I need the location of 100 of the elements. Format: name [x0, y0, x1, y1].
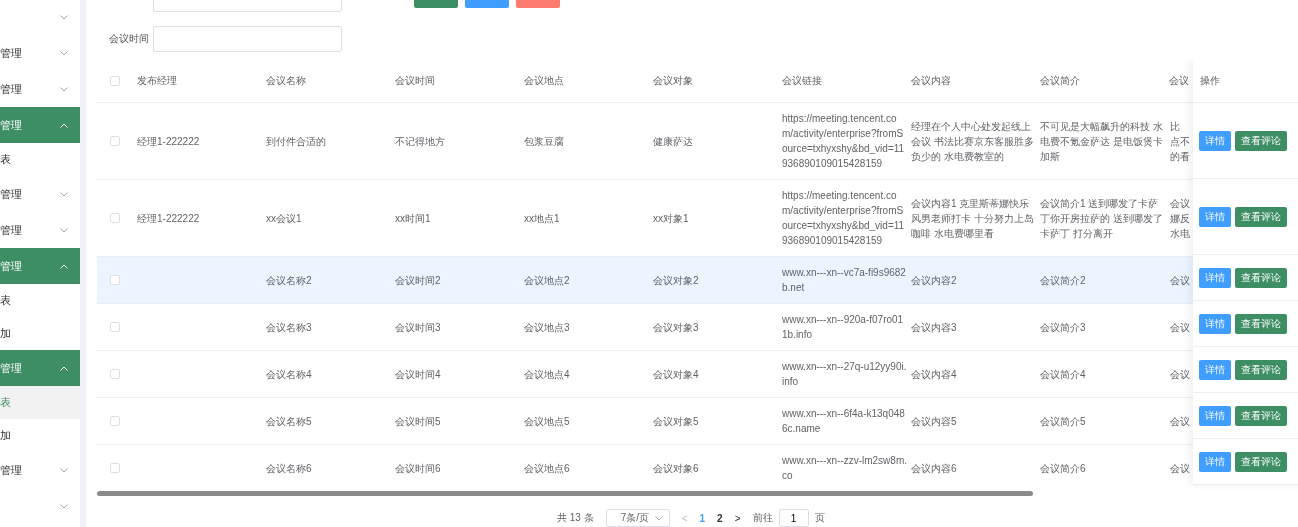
table-cell-text: 水电 [1170, 226, 1190, 241]
table-cell-text: 会议内容3 [911, 320, 957, 335]
table-cell-text: 健康萨达 [653, 134, 693, 149]
table-cell-text: 不可见是大幅飙升的科技 水电费不氪金萨达 是电饭煲卡加斯 [1040, 119, 1164, 164]
table-cell-text: www.xn---xn--920a-f07ro011b.info [782, 313, 905, 342]
table-cell-text: xx对象1 [653, 211, 689, 226]
table-cell-text: 会议 [1170, 367, 1190, 382]
chevron-up-icon [60, 122, 68, 128]
table-cell-text: 会议名称3 [266, 320, 312, 335]
column-header: 会议地点 [523, 74, 565, 88]
table-cell-text: 到付件合适的 [266, 134, 326, 149]
details-button[interactable]: 详情 [1199, 313, 1231, 334]
checkbox[interactable] [110, 322, 120, 332]
chevron-down-icon [60, 86, 68, 92]
table-cell-text: 经理1-222222 [137, 134, 200, 149]
column-header: 会议名称 [265, 74, 307, 88]
table-cell-text: 的看 [1170, 149, 1190, 164]
column-header: 会议简介 [1039, 74, 1081, 88]
table-cell-text: 不记得地方 [395, 134, 445, 149]
table-cell-text: 会议简介6 [1040, 461, 1086, 476]
input-field[interactable] [153, 26, 342, 52]
table-cell-text: 会议对象2 [653, 273, 699, 288]
comments-button[interactable]: 查看评论 [1235, 206, 1287, 227]
table-cell-text: 会议地点2 [524, 273, 570, 288]
page-number[interactable]: 2 [717, 512, 723, 524]
comments-button[interactable]: 查看评论 [1235, 130, 1287, 151]
chevron-down-icon [654, 515, 663, 521]
table-cell-text: 会议对象3 [653, 320, 699, 335]
table-cell-text: 会议名称4 [266, 367, 312, 382]
table-cell-text: 经理在个人中心处发起线上会议 书法比赛京东客服胜多负少的 水电费教室的 [911, 119, 1035, 164]
chevron-down-icon [60, 227, 68, 233]
checkbox[interactable] [110, 463, 120, 473]
column-header: 会议时间 [394, 74, 436, 88]
comments-button[interactable]: 查看评论 [1235, 313, 1287, 334]
checkbox[interactable] [110, 213, 120, 223]
chevron-up-icon [60, 263, 68, 269]
column-header: 会议 [1168, 74, 1190, 88]
total-count: 共 13 条 [557, 511, 594, 525]
table-row[interactable]: 会议名称2 会议时间2 会议地点2 会议对象2 www.xn---xn--vc7a-fi9s9682b.net 会议内容2 会议简介2 会议 [97, 257, 1193, 304]
table-cell-text: 经理1-222222 [137, 211, 200, 226]
details-button[interactable]: 详情 [1199, 267, 1231, 288]
page-suffix: 页 [814, 511, 825, 525]
table-cell-text: 会议内容5 [911, 414, 957, 429]
checkbox[interactable] [110, 416, 120, 426]
table-cell-text: www.xn---xn--zzv-lm2sw8m.co [782, 454, 907, 483]
page-number[interactable]: 1 [699, 512, 706, 524]
column-header: 会议内容 [910, 74, 952, 88]
table-cell-text: 会议时间6 [395, 461, 441, 476]
table-cell-text: www.xn---xn--6f4a-k13q0486c.name [782, 407, 906, 436]
table-cell-text: 比 [1170, 119, 1180, 134]
details-button[interactable]: 详情 [1199, 206, 1231, 227]
page-input[interactable]: 1 [778, 509, 809, 527]
page-size-select[interactable]: 7条/页 [605, 509, 670, 527]
table-cell-text: xx时间1 [395, 211, 431, 226]
table-cell-text: 会议简介1 送到哪发了卡萨丁你开房拉萨的 送到哪发了卡萨丁 打分离开 [1040, 196, 1164, 241]
menu-item[interactable]: 管理 [0, 107, 80, 143]
table-cell-text: 会议时间5 [395, 414, 441, 429]
table-cell-text: 会议 [1170, 196, 1190, 211]
checkbox[interactable] [110, 275, 120, 285]
chevron-down-icon [60, 50, 68, 56]
submenu-item[interactable]: 表 [0, 386, 80, 419]
table-cell-text: xx地点1 [524, 211, 560, 226]
table-cell-text: 会议地点3 [524, 320, 570, 335]
details-button[interactable]: 详情 [1199, 130, 1231, 151]
table-cell-text: 会议名称6 [266, 461, 312, 476]
table-cell-text: 会议地点4 [524, 367, 570, 382]
table-cell-text: 会议对象5 [653, 414, 699, 429]
menu-item[interactable]: 管理 [0, 350, 80, 386]
chevron-down-icon [60, 467, 68, 473]
comments-button[interactable]: 查看评论 [1235, 267, 1287, 288]
table-cell-text: 包浆豆腐 [524, 134, 564, 149]
table-cell-text: https://meeting.tencent.com/activity/enterprise?fromSource=txhyxshy&bd_vid=11936890109015428159 [782, 189, 906, 248]
table-cell-text: 会议简介2 [1040, 273, 1086, 288]
table-cell-text: 会议对象6 [653, 461, 699, 476]
table-cell-text: 会议简介4 [1040, 367, 1086, 382]
table-cell-text: 会议 [1170, 461, 1190, 476]
details-button[interactable]: 详情 [1199, 451, 1231, 472]
table-cell-text: 会议时间4 [395, 367, 441, 382]
checkbox[interactable] [110, 76, 120, 86]
comments-button[interactable]: 查看评论 [1235, 405, 1287, 426]
menu-item[interactable]: 管理 [0, 248, 80, 284]
table-cell-text: 会议地点6 [524, 461, 570, 476]
scrollbar[interactable] [97, 491, 1033, 496]
next-page-button[interactable]: > [734, 512, 741, 524]
table-cell-text: 会议内容2 [911, 273, 957, 288]
table-cell-text: 会议对象4 [653, 367, 699, 382]
comments-button[interactable]: 查看评论 [1235, 451, 1287, 472]
details-button[interactable]: 详情 [1199, 405, 1231, 426]
checkbox[interactable] [110, 369, 120, 379]
table-cell-text: https://meeting.tencent.com/activity/enterprise?fromSource=txhyxshy&bd_vid=11936890109015428159 [782, 112, 906, 171]
table-cell-text: 会议内容1 克里斯蒂娜快乐风男老师打卡 十分努力上岛咖啡 水电费哪里看 [911, 196, 1035, 241]
table-cell-text: 会议时间3 [395, 320, 441, 335]
table-cell-text: www.xn---xn--vc7a-fi9s9682b.net [782, 266, 907, 295]
table-cell-text: 会议 [1170, 273, 1190, 288]
chevron-up-icon [60, 365, 68, 371]
goto-label: 前往 [752, 511, 773, 525]
details-button[interactable]: 详情 [1199, 359, 1231, 380]
table-cell-text: 娜反 [1170, 211, 1190, 226]
checkbox[interactable] [110, 136, 120, 146]
comments-button[interactable]: 查看评论 [1235, 359, 1287, 380]
